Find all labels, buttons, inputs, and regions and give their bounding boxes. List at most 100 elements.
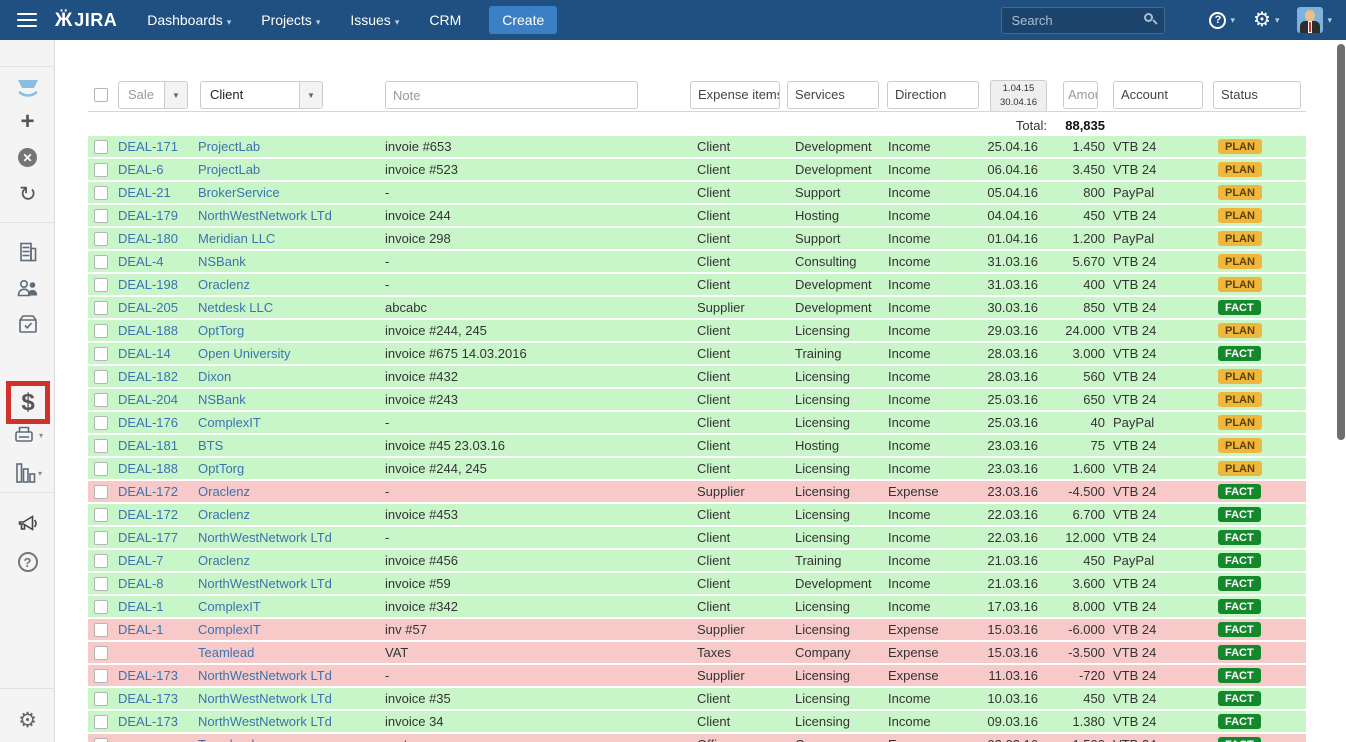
- status-badge[interactable]: FACT: [1218, 507, 1261, 522]
- company-link[interactable]: ProjectLab: [198, 139, 260, 154]
- company-link[interactable]: NorthWestNetwork LTd: [198, 668, 332, 683]
- company-link[interactable]: NSBank: [198, 254, 246, 269]
- company-link[interactable]: ComplexIT: [198, 415, 261, 430]
- deal-link[interactable]: DEAL-188: [118, 323, 178, 338]
- company-link[interactable]: Oraclenz: [198, 553, 250, 568]
- deal-link[interactable]: DEAL-172: [118, 484, 178, 499]
- deal-link[interactable]: DEAL-14: [118, 346, 171, 361]
- row-checkbox[interactable]: [94, 669, 108, 683]
- status-badge[interactable]: FACT: [1218, 645, 1261, 660]
- deal-link[interactable]: DEAL-172: [118, 507, 178, 522]
- expense-items-filter[interactable]: Expense items: [690, 81, 780, 109]
- deal-link[interactable]: DEAL-7: [118, 553, 164, 568]
- company-link[interactable]: ComplexIT: [198, 599, 261, 614]
- row-checkbox[interactable]: [94, 347, 108, 361]
- note-filter-input[interactable]: [385, 81, 638, 109]
- settings-menu[interactable]: ⚙▾: [1253, 10, 1279, 30]
- status-badge[interactable]: PLAN: [1218, 231, 1262, 246]
- row-checkbox[interactable]: [94, 186, 108, 200]
- company-link[interactable]: Teamlead: [198, 645, 254, 660]
- deal-link[interactable]: DEAL-6: [118, 162, 164, 177]
- company-link[interactable]: Netdesk LLC: [198, 300, 273, 315]
- row-checkbox[interactable]: [94, 554, 108, 568]
- sale-filter-select[interactable]: Sale ▼: [118, 81, 188, 109]
- company-link[interactable]: Oraclenz: [198, 484, 250, 499]
- date-range-filter[interactable]: 1.04.15 30.04.16: [990, 80, 1047, 112]
- status-badge[interactable]: PLAN: [1218, 208, 1262, 223]
- nav-issues[interactable]: Issues▾: [350, 12, 399, 28]
- contacts-icon[interactable]: [0, 276, 55, 300]
- row-checkbox[interactable]: [94, 623, 108, 637]
- deal-link[interactable]: DEAL-171: [118, 139, 178, 154]
- row-checkbox[interactable]: [94, 715, 108, 729]
- row-checkbox[interactable]: [94, 209, 108, 223]
- company-link[interactable]: ProjectLab: [198, 162, 260, 177]
- deal-link[interactable]: DEAL-1: [118, 622, 164, 637]
- status-badge[interactable]: PLAN: [1218, 392, 1262, 407]
- row-checkbox[interactable]: [94, 692, 108, 706]
- deal-link[interactable]: DEAL-204: [118, 392, 178, 407]
- products-icon[interactable]: [0, 312, 55, 336]
- company-link[interactable]: NorthWestNetwork LTd: [198, 714, 332, 729]
- nav-dashboards[interactable]: Dashboards▾: [147, 12, 231, 28]
- deal-link[interactable]: DEAL-176: [118, 415, 178, 430]
- row-checkbox[interactable]: [94, 531, 108, 545]
- company-link[interactable]: Oraclenz: [198, 277, 250, 292]
- status-badge[interactable]: FACT: [1218, 530, 1261, 545]
- help-menu[interactable]: ?▾: [1209, 12, 1235, 29]
- deal-link[interactable]: DEAL-179: [118, 208, 178, 223]
- row-checkbox[interactable]: [94, 508, 108, 522]
- direction-filter[interactable]: Direction: [887, 81, 979, 109]
- status-badge[interactable]: FACT: [1218, 737, 1261, 742]
- row-checkbox[interactable]: [94, 140, 108, 154]
- deal-link[interactable]: DEAL-8: [118, 576, 164, 591]
- row-checkbox[interactable]: [94, 462, 108, 476]
- add-icon[interactable]: +: [0, 110, 55, 134]
- status-badge[interactable]: PLAN: [1218, 139, 1262, 154]
- row-checkbox[interactable]: [94, 393, 108, 407]
- company-link[interactable]: Meridian LLC: [198, 231, 275, 246]
- deal-link[interactable]: DEAL-182: [118, 369, 178, 384]
- company-link[interactable]: NorthWestNetwork LTd: [198, 208, 332, 223]
- transactions-dollar-icon-highlighted[interactable]: $: [6, 381, 50, 424]
- create-button[interactable]: Create: [489, 6, 557, 34]
- company-link[interactable]: OptTorg: [198, 461, 244, 476]
- status-badge[interactable]: FACT: [1218, 668, 1261, 683]
- status-badge[interactable]: PLAN: [1218, 438, 1262, 453]
- company-link[interactable]: ComplexIT: [198, 622, 261, 637]
- row-checkbox[interactable]: [94, 163, 108, 177]
- status-badge[interactable]: PLAN: [1218, 461, 1262, 476]
- company-link[interactable]: BTS: [198, 438, 223, 453]
- status-badge[interactable]: FACT: [1218, 622, 1261, 637]
- status-badge[interactable]: FACT: [1218, 599, 1261, 614]
- status-badge[interactable]: FACT: [1218, 484, 1261, 499]
- status-badge[interactable]: FACT: [1218, 346, 1261, 361]
- account-filter[interactable]: Account: [1113, 81, 1203, 109]
- row-checkbox[interactable]: [94, 416, 108, 430]
- company-link[interactable]: NorthWestNetwork LTd: [198, 530, 332, 545]
- nav-crm[interactable]: CRM: [429, 12, 461, 28]
- hamburger-menu-icon[interactable]: [17, 13, 37, 27]
- companies-icon[interactable]: [0, 240, 55, 264]
- company-link[interactable]: BrokerService: [198, 185, 280, 200]
- reports-chart-icon[interactable]: ▾: [0, 460, 55, 486]
- status-badge[interactable]: FACT: [1218, 714, 1261, 729]
- status-badge[interactable]: PLAN: [1218, 415, 1262, 430]
- client-filter-select[interactable]: Client ▼: [200, 81, 323, 109]
- help-icon[interactable]: ?: [0, 552, 55, 572]
- company-link[interactable]: NSBank: [198, 392, 246, 407]
- amount-filter[interactable]: Amount: [1063, 81, 1098, 109]
- deal-link[interactable]: DEAL-173: [118, 714, 178, 729]
- services-filter[interactable]: Services: [787, 81, 879, 109]
- deal-link[interactable]: DEAL-173: [118, 691, 178, 706]
- redo-icon[interactable]: ↺: [0, 184, 55, 206]
- row-checkbox[interactable]: [94, 301, 108, 315]
- company-link[interactable]: Oraclenz: [198, 507, 250, 522]
- row-checkbox[interactable]: [94, 439, 108, 453]
- deal-link[interactable]: DEAL-180: [118, 231, 178, 246]
- company-link[interactable]: OptTorg: [198, 323, 244, 338]
- announcement-megaphone-icon[interactable]: [0, 512, 55, 536]
- user-menu[interactable]: ▾: [1297, 7, 1332, 33]
- deal-link[interactable]: DEAL-188: [118, 461, 178, 476]
- status-badge[interactable]: FACT: [1218, 300, 1261, 315]
